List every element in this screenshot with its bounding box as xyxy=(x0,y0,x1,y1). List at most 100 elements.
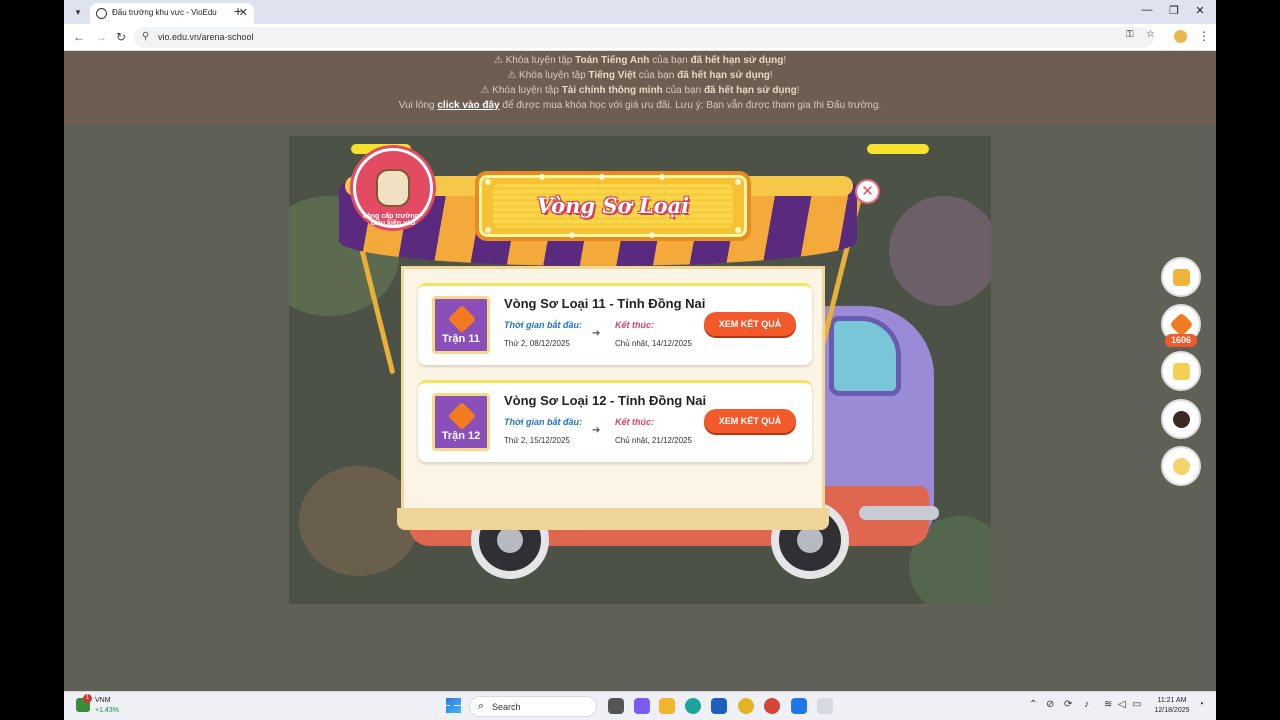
arrow-right-icon: ➔ xyxy=(592,328,601,339)
marquee-sign: Vòng Sơ Loại xyxy=(475,171,751,241)
modal-close-button[interactable]: ✕ xyxy=(855,179,880,204)
url-text: vio.edu.vn/arena-school xyxy=(158,32,254,42)
shop-button[interactable] xyxy=(1161,257,1201,297)
start-label: Thời gian bắt đầu: xyxy=(504,417,583,427)
expiry-status: đã hết hạn sử dụng xyxy=(690,55,784,66)
notice-text: của bạn xyxy=(665,85,702,96)
bulb xyxy=(735,227,741,233)
microphone-icon[interactable]: ♪ xyxy=(1084,699,1089,710)
notice-text: ! xyxy=(796,85,800,96)
address-bar-row: ← → ↻ ⚲ vio.edu.vn/arena-school ⚿ ☆ ⋮ xyxy=(64,24,1216,51)
wifi-icon[interactable]: ≋ xyxy=(1104,699,1112,710)
bulb xyxy=(649,232,655,238)
file-explorer-icon[interactable] xyxy=(659,698,675,714)
store-icon[interactable] xyxy=(711,698,727,714)
site-info-icon[interactable]: ⚲ xyxy=(142,31,149,42)
tray-sync-icon[interactable]: ⟳ xyxy=(1064,699,1072,710)
bulb xyxy=(485,227,491,233)
tab-bar: ▾ Đấu trường khu vực - VioEdu ✕ + — ❐ ✕ xyxy=(64,0,1216,24)
warning-icon: ⚠ xyxy=(480,85,490,96)
game-viewport: Trận 11 Vòng Sơ Loại 11 - Tỉnh Đồng Nai … xyxy=(289,136,991,604)
truck-window xyxy=(829,316,901,396)
board-ledge xyxy=(397,508,829,530)
window-close-button[interactable]: ✕ xyxy=(1190,4,1210,17)
end-date: Chủ nhật, 14/12/2025 xyxy=(615,339,692,348)
gem-count: 1606 xyxy=(1165,334,1197,347)
bulb xyxy=(599,174,605,180)
view-result-button[interactable]: XEM KẾT QUẢ xyxy=(704,409,796,433)
avatar-icon xyxy=(1173,411,1190,428)
buy-course-link[interactable]: click vào đây xyxy=(437,100,499,111)
gem-icon xyxy=(447,304,477,334)
notice-text: ! xyxy=(783,55,787,66)
sign-panel: Vòng Sơ Loại xyxy=(493,184,733,228)
chrome-profile-icon[interactable] xyxy=(764,698,780,714)
widget-badge: 1 xyxy=(83,694,92,703)
back-arrow-icon[interactable]: ← xyxy=(73,30,85,44)
warning-icon: ⚠ xyxy=(493,55,503,66)
bulb xyxy=(659,174,665,180)
course-name: Toán Tiếng Anh xyxy=(575,55,650,66)
bulb xyxy=(735,179,741,185)
round-title: Vòng Sơ Loại 11 - Tỉnh Đồng Nai xyxy=(504,296,706,311)
start-label: Thời gian bắt đầu: xyxy=(504,320,583,330)
notice-line: ⚠ Khóa luyện tập Toán Tiếng Anh của bạn … xyxy=(64,53,1216,68)
start-date: Thứ 2, 08/12/2025 xyxy=(504,339,570,348)
notice-text: của bạn xyxy=(638,70,675,81)
forward-arrow-icon[interactable]: → xyxy=(95,30,107,44)
trophy-icon xyxy=(1173,458,1190,475)
expiry-status: đã hết hạn sử dụng xyxy=(703,85,797,96)
course-name: Tiếng Việt xyxy=(588,70,636,81)
reload-icon[interactable]: ↻ xyxy=(116,30,126,44)
windows-start-icon[interactable] xyxy=(446,698,461,713)
notification-bell-icon[interactable]: ◔ xyxy=(1198,699,1204,710)
task-view-icon[interactable] xyxy=(608,698,624,714)
end-label: Kết thúc: xyxy=(615,417,654,427)
browser-menu-icon[interactable]: ⋮ xyxy=(1198,29,1210,43)
taskbar-search[interactable]: ⌕ Search xyxy=(469,696,597,717)
mascot-icon xyxy=(376,169,410,207)
password-key-icon[interactable]: ⚿ xyxy=(1126,29,1134,40)
window-minimize-button[interactable]: — xyxy=(1137,4,1157,16)
snipping-tool-icon[interactable] xyxy=(817,698,833,714)
tray-chevron-icon[interactable]: ⌃ xyxy=(1029,699,1037,710)
gem-icon xyxy=(447,401,477,431)
bookmark-star-icon[interactable]: ☆ xyxy=(1146,29,1155,40)
notice-text: của bạn xyxy=(652,55,688,66)
tab-search-dropdown-icon[interactable]: ▾ xyxy=(70,4,86,20)
badge-text: vòng cấp trường · điều kiện vào xyxy=(362,213,424,227)
copilot-icon[interactable] xyxy=(634,698,650,714)
edge-icon[interactable] xyxy=(685,698,701,714)
browser-tab[interactable]: Đấu trường khu vực - VioEdu ✕ xyxy=(90,3,254,24)
truck-bumper xyxy=(859,506,939,520)
expiry-status: đã hết hạn sử dụng xyxy=(677,70,770,81)
gem-icon xyxy=(1169,312,1194,337)
achievement-button[interactable] xyxy=(1161,446,1201,486)
profile-avatar-icon[interactable] xyxy=(1174,30,1187,43)
bulb xyxy=(539,174,545,180)
volume-icon[interactable]: ◁ xyxy=(1118,699,1126,710)
scroll-icon xyxy=(1173,363,1190,380)
round-number: Trận 12 xyxy=(441,430,481,442)
notice-line: Vui lòng click vào đây để được mua khóa … xyxy=(64,98,1216,113)
zalo-icon[interactable] xyxy=(791,698,807,714)
round-title: Vòng Sơ Loại 12 - Tỉnh Đồng Nai xyxy=(504,393,707,408)
search-placeholder: Search xyxy=(492,702,521,712)
battery-icon[interactable]: ▭ xyxy=(1132,699,1141,710)
tasks-button[interactable] xyxy=(1161,351,1201,391)
profile-button[interactable] xyxy=(1161,399,1201,439)
new-tab-button[interactable]: + xyxy=(234,3,242,19)
round-card: Trận 12 Vòng Sơ Loại 12 - Tỉnh Đồng Nai … xyxy=(418,380,812,462)
stock-name: VNM xyxy=(95,697,111,704)
notice-text: Khóa luyện tập xyxy=(505,55,573,66)
round-number: Trận 11 xyxy=(442,333,480,345)
chrome-icon[interactable] xyxy=(738,698,754,714)
tray-app-icon[interactable]: ⊘ xyxy=(1046,699,1054,710)
url-field[interactable]: ⚲ vio.edu.vn/arena-school xyxy=(134,27,1154,48)
background-building xyxy=(889,196,991,306)
system-clock[interactable]: 11:21 AM 12/18/2025 xyxy=(1150,696,1194,716)
view-result-button[interactable]: XEM KẾT QUẢ xyxy=(704,312,796,336)
end-label: Kết thúc: xyxy=(615,320,654,330)
shop-icon xyxy=(1173,269,1190,286)
window-maximize-button[interactable]: ❐ xyxy=(1164,4,1184,17)
